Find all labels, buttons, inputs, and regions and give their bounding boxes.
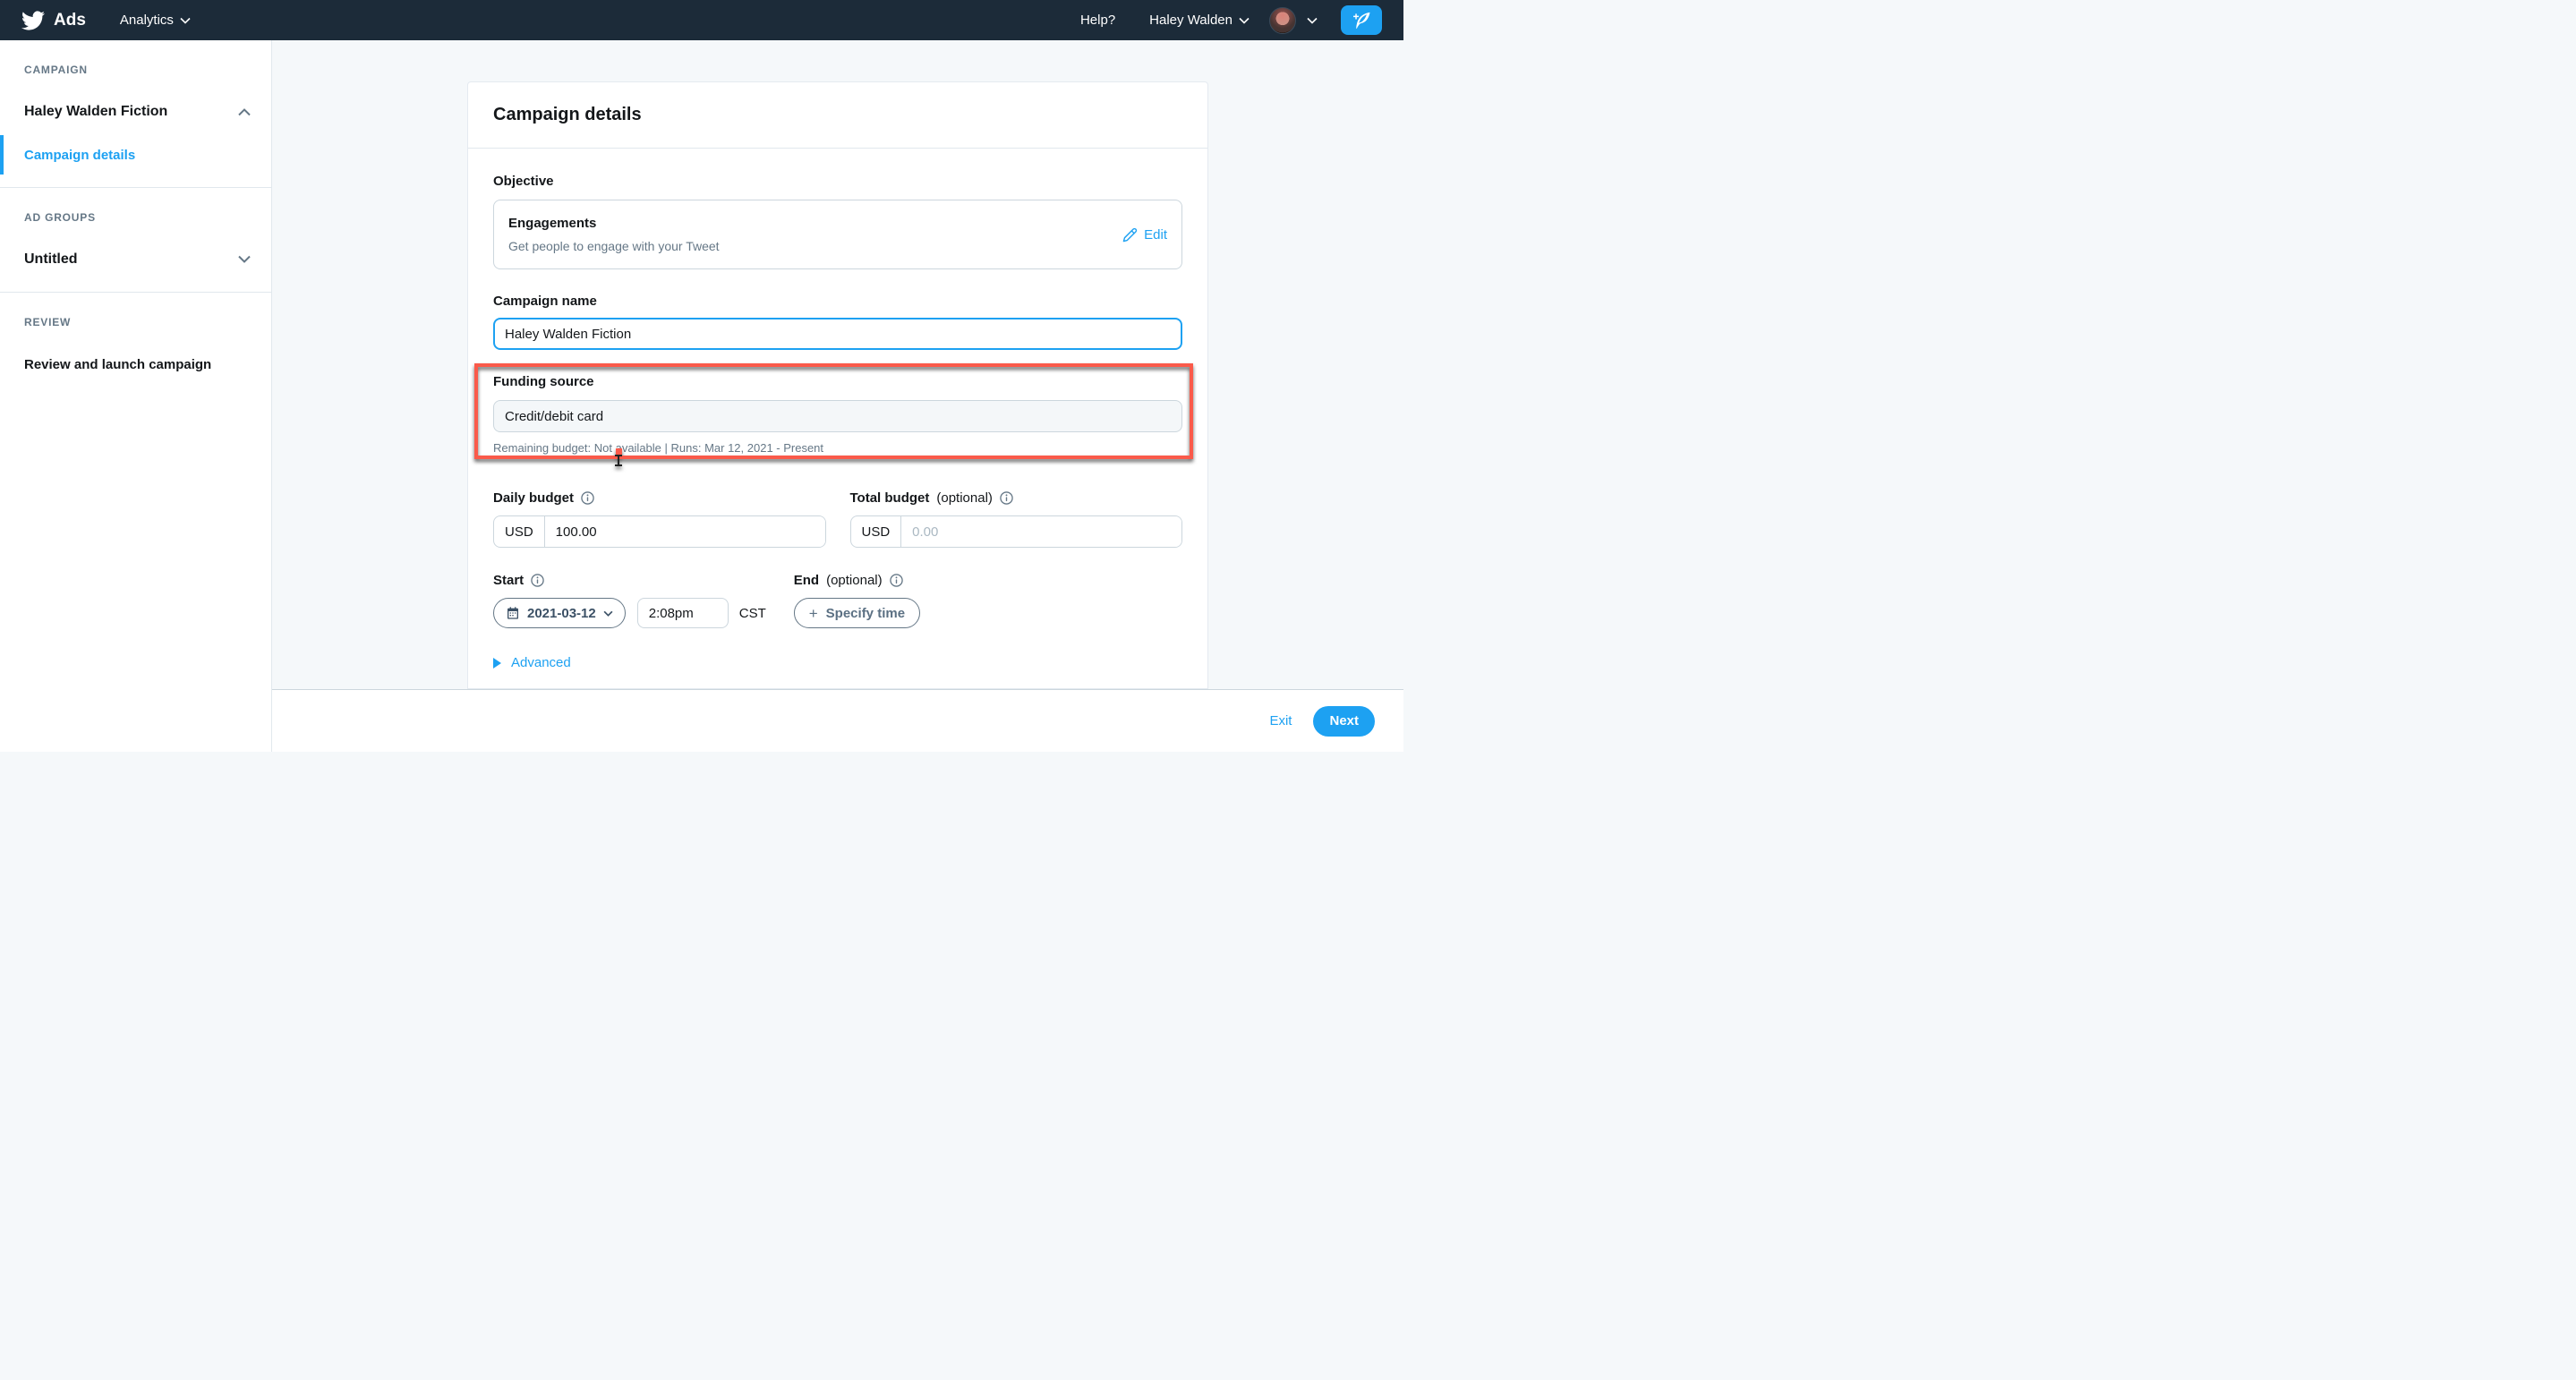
sidebar-item-haley-walden-fiction[interactable]: Haley Walden Fiction xyxy=(0,90,271,133)
end-optional: (optional) xyxy=(826,573,883,588)
info-icon[interactable] xyxy=(531,574,544,587)
start-date-value: 2021-03-12 xyxy=(527,606,596,621)
objective-summary: Engagements Get people to engage with yo… xyxy=(508,216,720,253)
triangle-right-icon xyxy=(493,658,501,669)
calendar-icon xyxy=(506,606,520,620)
sidebar-item-campaign-details[interactable]: Campaign details xyxy=(0,133,271,176)
sidebar-heading-campaign: CAMPAIGN xyxy=(24,64,271,76)
nav-account-menu[interactable]: Haley Walden xyxy=(1149,13,1250,28)
campaign-name-section: Campaign name xyxy=(493,294,1182,350)
funding-source-section: Funding source Credit/debit card Remaini… xyxy=(493,374,1182,455)
plus-icon: + xyxy=(809,606,818,621)
daily-budget-input-group: USD xyxy=(493,515,826,548)
exit-link[interactable]: Exit xyxy=(1269,713,1292,728)
sidebar-section-ad-groups: AD GROUPS Untitled xyxy=(0,188,271,293)
schedule-row: Start 2021-03-12 xyxy=(493,573,1182,628)
total-budget-currency: USD xyxy=(851,516,902,547)
specify-time-label: Specify time xyxy=(826,606,905,621)
main-content: Campaign details Objective Engagements G… xyxy=(272,40,1403,752)
start-time-input[interactable] xyxy=(637,598,729,628)
info-icon[interactable] xyxy=(1000,491,1013,505)
campaign-details-card: Campaign details Objective Engagements G… xyxy=(467,81,1208,689)
compose-tweet-button[interactable] xyxy=(1341,5,1382,35)
daily-budget-currency: USD xyxy=(494,516,545,547)
page-title: Campaign details xyxy=(493,105,1182,125)
daily-budget-section: Daily budget USD xyxy=(493,490,826,548)
total-budget-section: Total budget (optional) USD xyxy=(850,490,1183,548)
sidebar-section-campaign: CAMPAIGN Haley Walden Fiction Campaign d… xyxy=(0,40,271,188)
info-icon[interactable] xyxy=(581,491,594,505)
next-button[interactable]: Next xyxy=(1313,706,1375,737)
wizard-footer: Exit Next xyxy=(272,689,1403,752)
sidebar-heading-review: REVIEW xyxy=(24,316,271,328)
card-body: Objective Engagements Get people to enga… xyxy=(468,149,1207,689)
objective-description: Get people to engage with your Tweet xyxy=(508,239,720,253)
advanced-toggle[interactable]: Advanced xyxy=(493,655,1182,670)
sidebar-heading-ad-groups: AD GROUPS xyxy=(24,211,271,224)
total-budget-label: Total budget xyxy=(850,490,930,506)
pencil-icon xyxy=(1122,227,1138,243)
end-section: End (optional) + Specify time xyxy=(794,573,920,628)
objective-label: Objective xyxy=(493,174,1182,189)
card-header: Campaign details xyxy=(468,82,1207,149)
daily-budget-input[interactable] xyxy=(545,516,825,547)
sidebar: CAMPAIGN Haley Walden Fiction Campaign d… xyxy=(0,40,272,752)
sidebar-item-review-and-launch[interactable]: Review and launch campaign xyxy=(0,343,271,386)
objective-box: Engagements Get people to engage with yo… xyxy=(493,200,1182,269)
start-section: Start 2021-03-12 xyxy=(493,573,766,628)
sidebar-item-untitled[interactable]: Untitled xyxy=(0,238,271,281)
total-budget-optional: (optional) xyxy=(936,490,993,506)
active-indicator xyxy=(0,135,4,175)
twitter-bird-icon xyxy=(21,9,45,32)
specify-end-time-button[interactable]: + Specify time xyxy=(794,598,920,628)
info-icon[interactable] xyxy=(890,574,903,587)
chevron-down-icon xyxy=(1239,17,1250,24)
advanced-label: Advanced xyxy=(511,655,571,670)
nav-analytics-label: Analytics xyxy=(120,13,174,28)
edit-label: Edit xyxy=(1144,227,1167,243)
timezone-label: CST xyxy=(739,606,766,621)
nav-help-link[interactable]: Help? xyxy=(1080,13,1115,28)
start-label: Start xyxy=(493,573,524,588)
objective-value: Engagements xyxy=(508,216,720,231)
total-budget-input-group: USD xyxy=(850,515,1183,548)
campaign-name-input[interactable] xyxy=(493,318,1182,350)
chevron-up-icon xyxy=(237,107,252,116)
objective-section: Objective Engagements Get people to enga… xyxy=(493,174,1182,269)
chevron-down-icon xyxy=(180,17,191,24)
compose-tweet-icon xyxy=(1352,11,1371,30)
end-label: End xyxy=(794,573,819,588)
chevron-down-icon xyxy=(237,255,252,264)
funding-source-helper: Remaining budget: Not available | Runs: … xyxy=(493,441,1182,455)
start-date-picker[interactable]: 2021-03-12 xyxy=(493,598,626,628)
total-budget-input[interactable] xyxy=(901,516,1181,547)
nav-analytics-menu[interactable]: Analytics xyxy=(120,13,191,28)
nav-help-label: Help? xyxy=(1080,13,1115,28)
budget-row: Daily budget USD Total budget (optional) xyxy=(493,490,1182,548)
edit-objective-button[interactable]: Edit xyxy=(1122,227,1167,243)
funding-source-label: Funding source xyxy=(493,374,1182,389)
top-navbar: Ads Analytics Help? Haley Walden xyxy=(0,0,1403,40)
campaign-name-label: Campaign name xyxy=(493,294,1182,309)
chevron-down-icon xyxy=(603,610,613,617)
avatar[interactable] xyxy=(1269,7,1296,34)
chevron-down-icon[interactable] xyxy=(1307,17,1318,24)
brand[interactable]: Ads xyxy=(21,9,86,32)
brand-name: Ads xyxy=(54,11,86,30)
daily-budget-label: Daily budget xyxy=(493,490,574,506)
funding-source-value: Credit/debit card xyxy=(493,400,1182,432)
nav-user-name: Haley Walden xyxy=(1149,13,1233,28)
sidebar-section-review: REVIEW Review and launch campaign xyxy=(0,293,271,386)
